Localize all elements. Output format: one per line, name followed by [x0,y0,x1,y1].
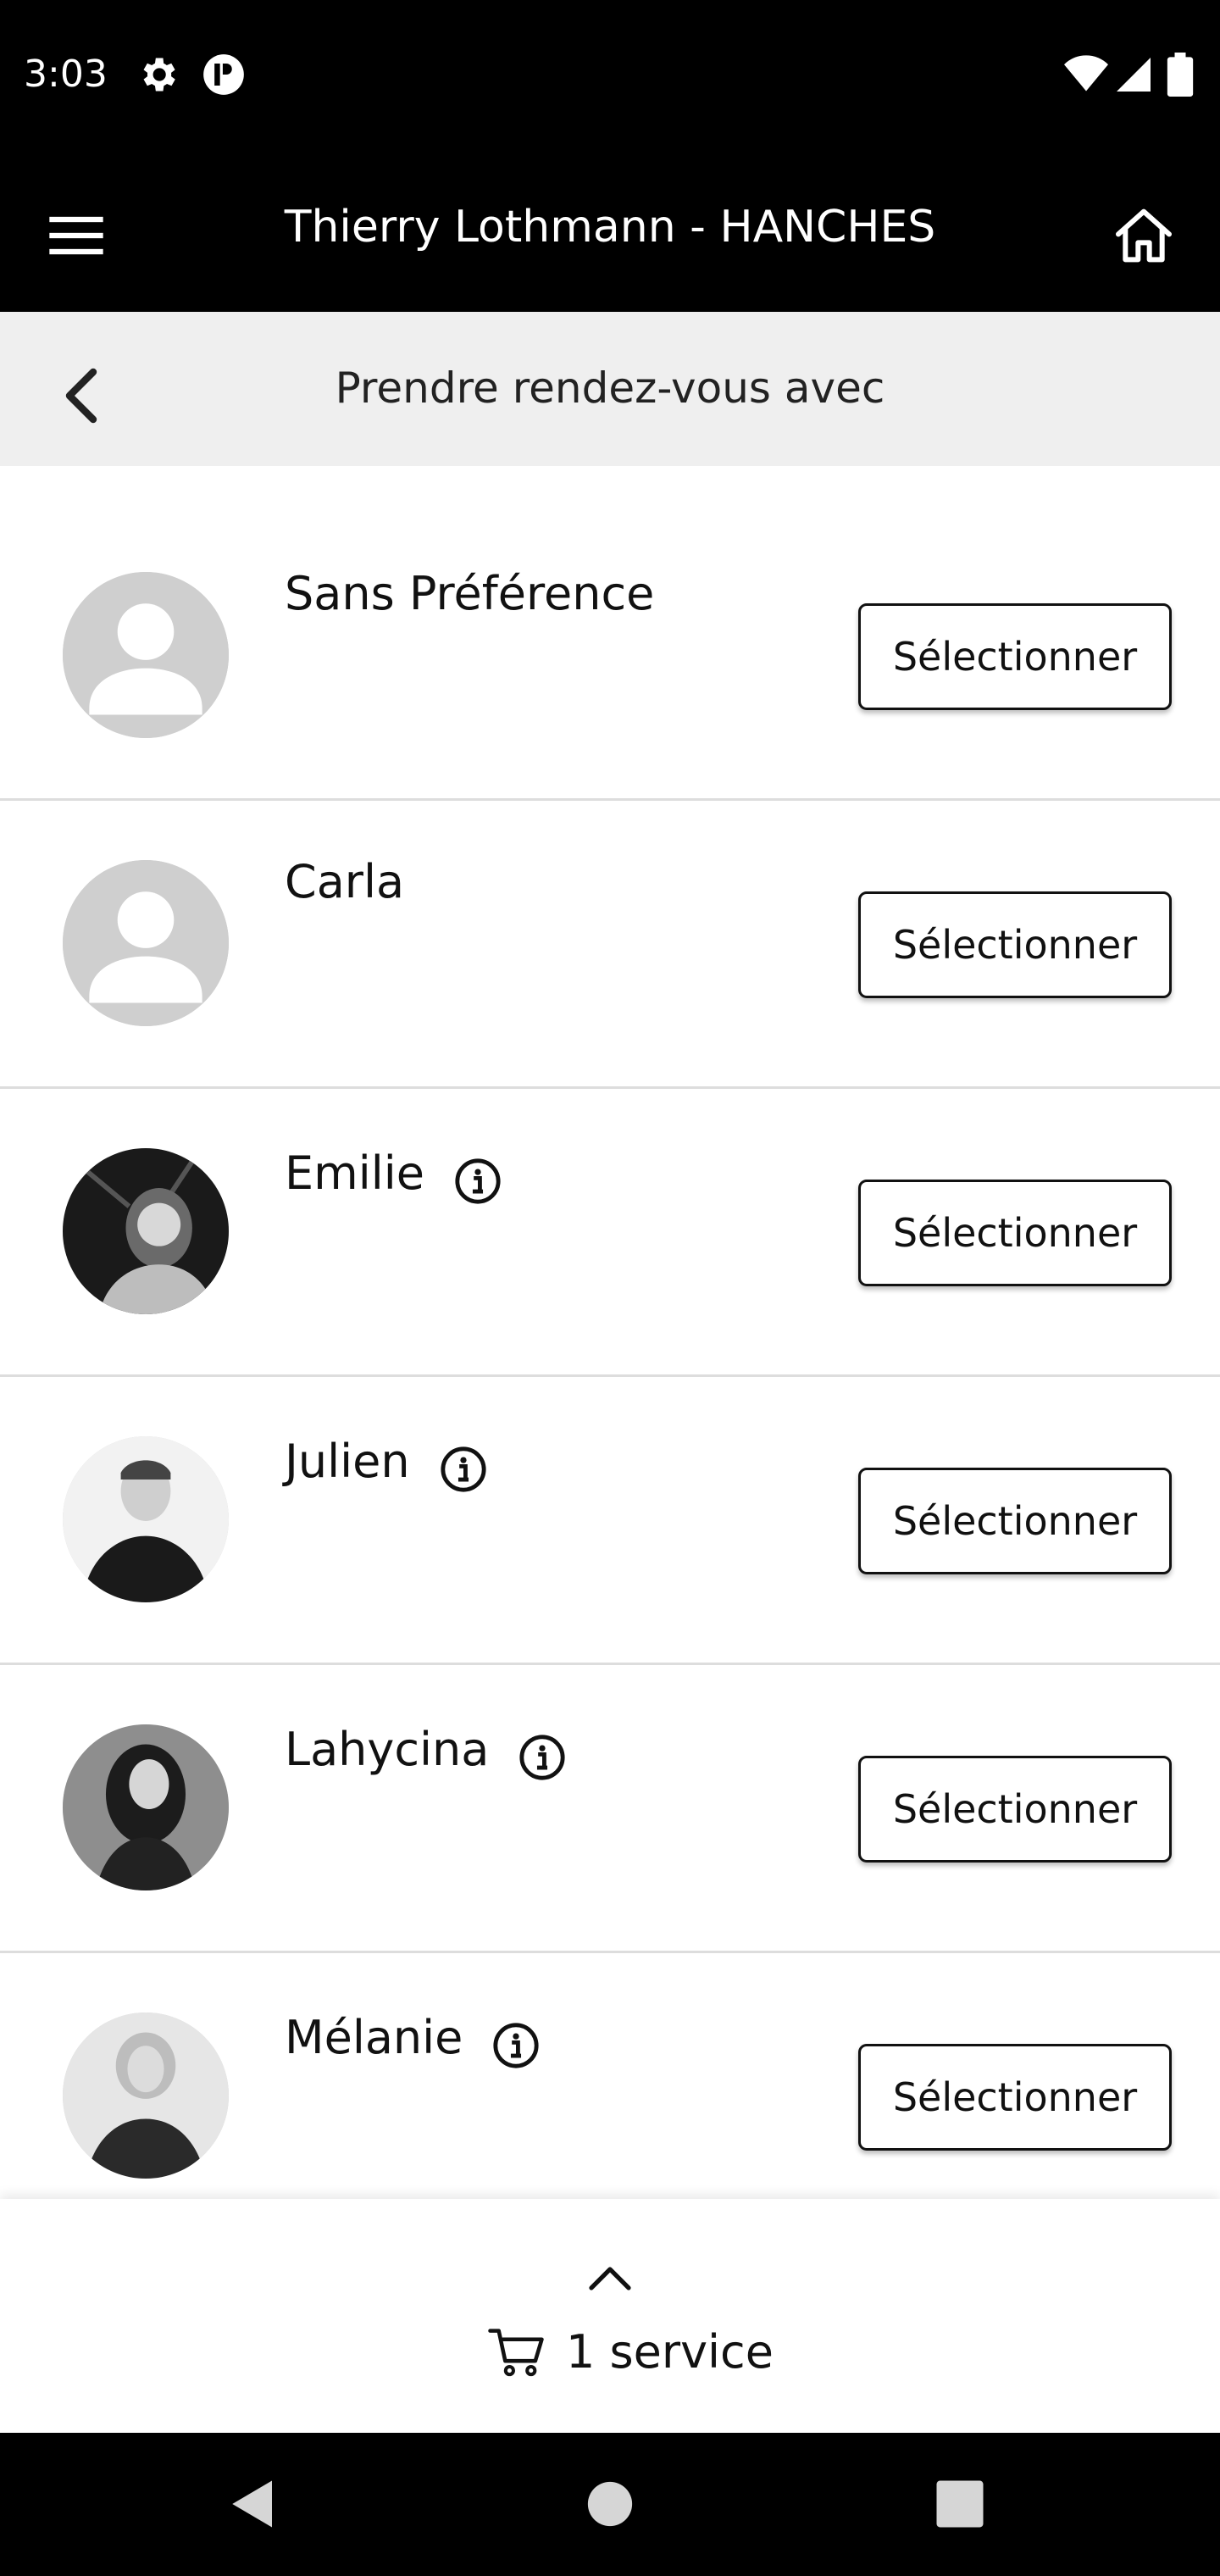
staff-photo [63,1724,229,1890]
staff-name: Sans Préférence [285,567,655,620]
select-button[interactable]: Sélectionner [858,891,1172,998]
signal-icon [1117,58,1151,92]
select-button[interactable]: Sélectionner [858,1180,1172,1286]
app-bar: Thierry Lothmann - HANCHES [0,149,1220,312]
status-time: 3:03 [24,53,108,96]
staff-name: Mélanie [285,2011,463,2064]
staff-row: Julien Sélectionner [0,1377,1220,1665]
avatar-photo [63,2012,229,2179]
cart-bar[interactable] [0,2199,1220,2433]
person-icon [63,572,229,738]
staff-photo [63,1436,229,1602]
avatar-placeholder [63,860,229,1026]
select-button[interactable]: Sélectionner [858,603,1172,710]
page-title: Prendre rendez-vous avec [335,364,885,413]
person-icon [63,860,229,1026]
staff-list[interactable]: Sans Préférence Sélectionner Carla Sélec… [0,513,1220,2199]
select-button[interactable]: Sélectionner [858,1468,1172,1574]
staff-name-wrap: Julien [285,1430,488,1494]
avatar-photo [63,1724,229,1890]
select-button[interactable]: Sélectionner [858,2044,1172,2151]
info-icon[interactable] [491,2021,541,2070]
cart-count: 1 service [566,2325,774,2379]
wifi-icon [1064,55,1108,92]
staff-row: Emilie Sélectionner [0,1089,1220,1377]
info-icon[interactable] [439,1445,488,1494]
staff-name: Carla [285,855,405,908]
avatar-photo [63,1436,229,1602]
gear-icon [143,58,175,92]
cart-summary[interactable]: 1 service [488,2322,774,2383]
chevron-up-icon[interactable] [586,2262,634,2293]
staff-name: Lahycina [285,1723,490,1776]
staff-row: Sans Préférence Sélectionner [0,513,1220,801]
app-title: Thierry Lothmann - HANCHES [284,202,936,253]
hamburger-icon[interactable] [44,203,108,268]
home-icon[interactable] [1110,202,1178,269]
staff-row: Carla Sélectionner [0,801,1220,1089]
staff-photo [63,1148,229,1314]
staff-row: Lahycina Sélectionner [0,1665,1220,1953]
staff-name-wrap: Mélanie [285,2006,541,2070]
staff-name-wrap: Sans Préférence [285,565,654,623]
avatar-photo [63,1148,229,1314]
staff-name-wrap: Emilie [285,1141,502,1206]
staff-name: Julien [285,1435,410,1488]
cart-icon [488,2329,544,2377]
recents-square-icon[interactable] [932,2476,988,2532]
chevron-left-icon[interactable] [58,366,105,425]
info-icon[interactable] [518,1733,567,1782]
staff-photo [63,2012,229,2179]
staff-name: Emilie [285,1146,424,1200]
info-icon[interactable] [453,1157,502,1206]
back-triangle-icon[interactable] [225,2476,281,2532]
avatar-placeholder [63,572,229,738]
status-bar: 3:03 [0,0,1220,149]
battery-icon [1167,53,1194,97]
select-button[interactable]: Sélectionner [858,1756,1172,1863]
home-circle-icon[interactable] [582,2476,638,2532]
staff-row: Mélanie Sélectionner [0,1953,1220,2199]
staff-name-wrap: Lahycina [285,1718,567,1782]
staff-name-wrap: Carla [285,853,404,911]
app-logo-icon [203,54,244,95]
